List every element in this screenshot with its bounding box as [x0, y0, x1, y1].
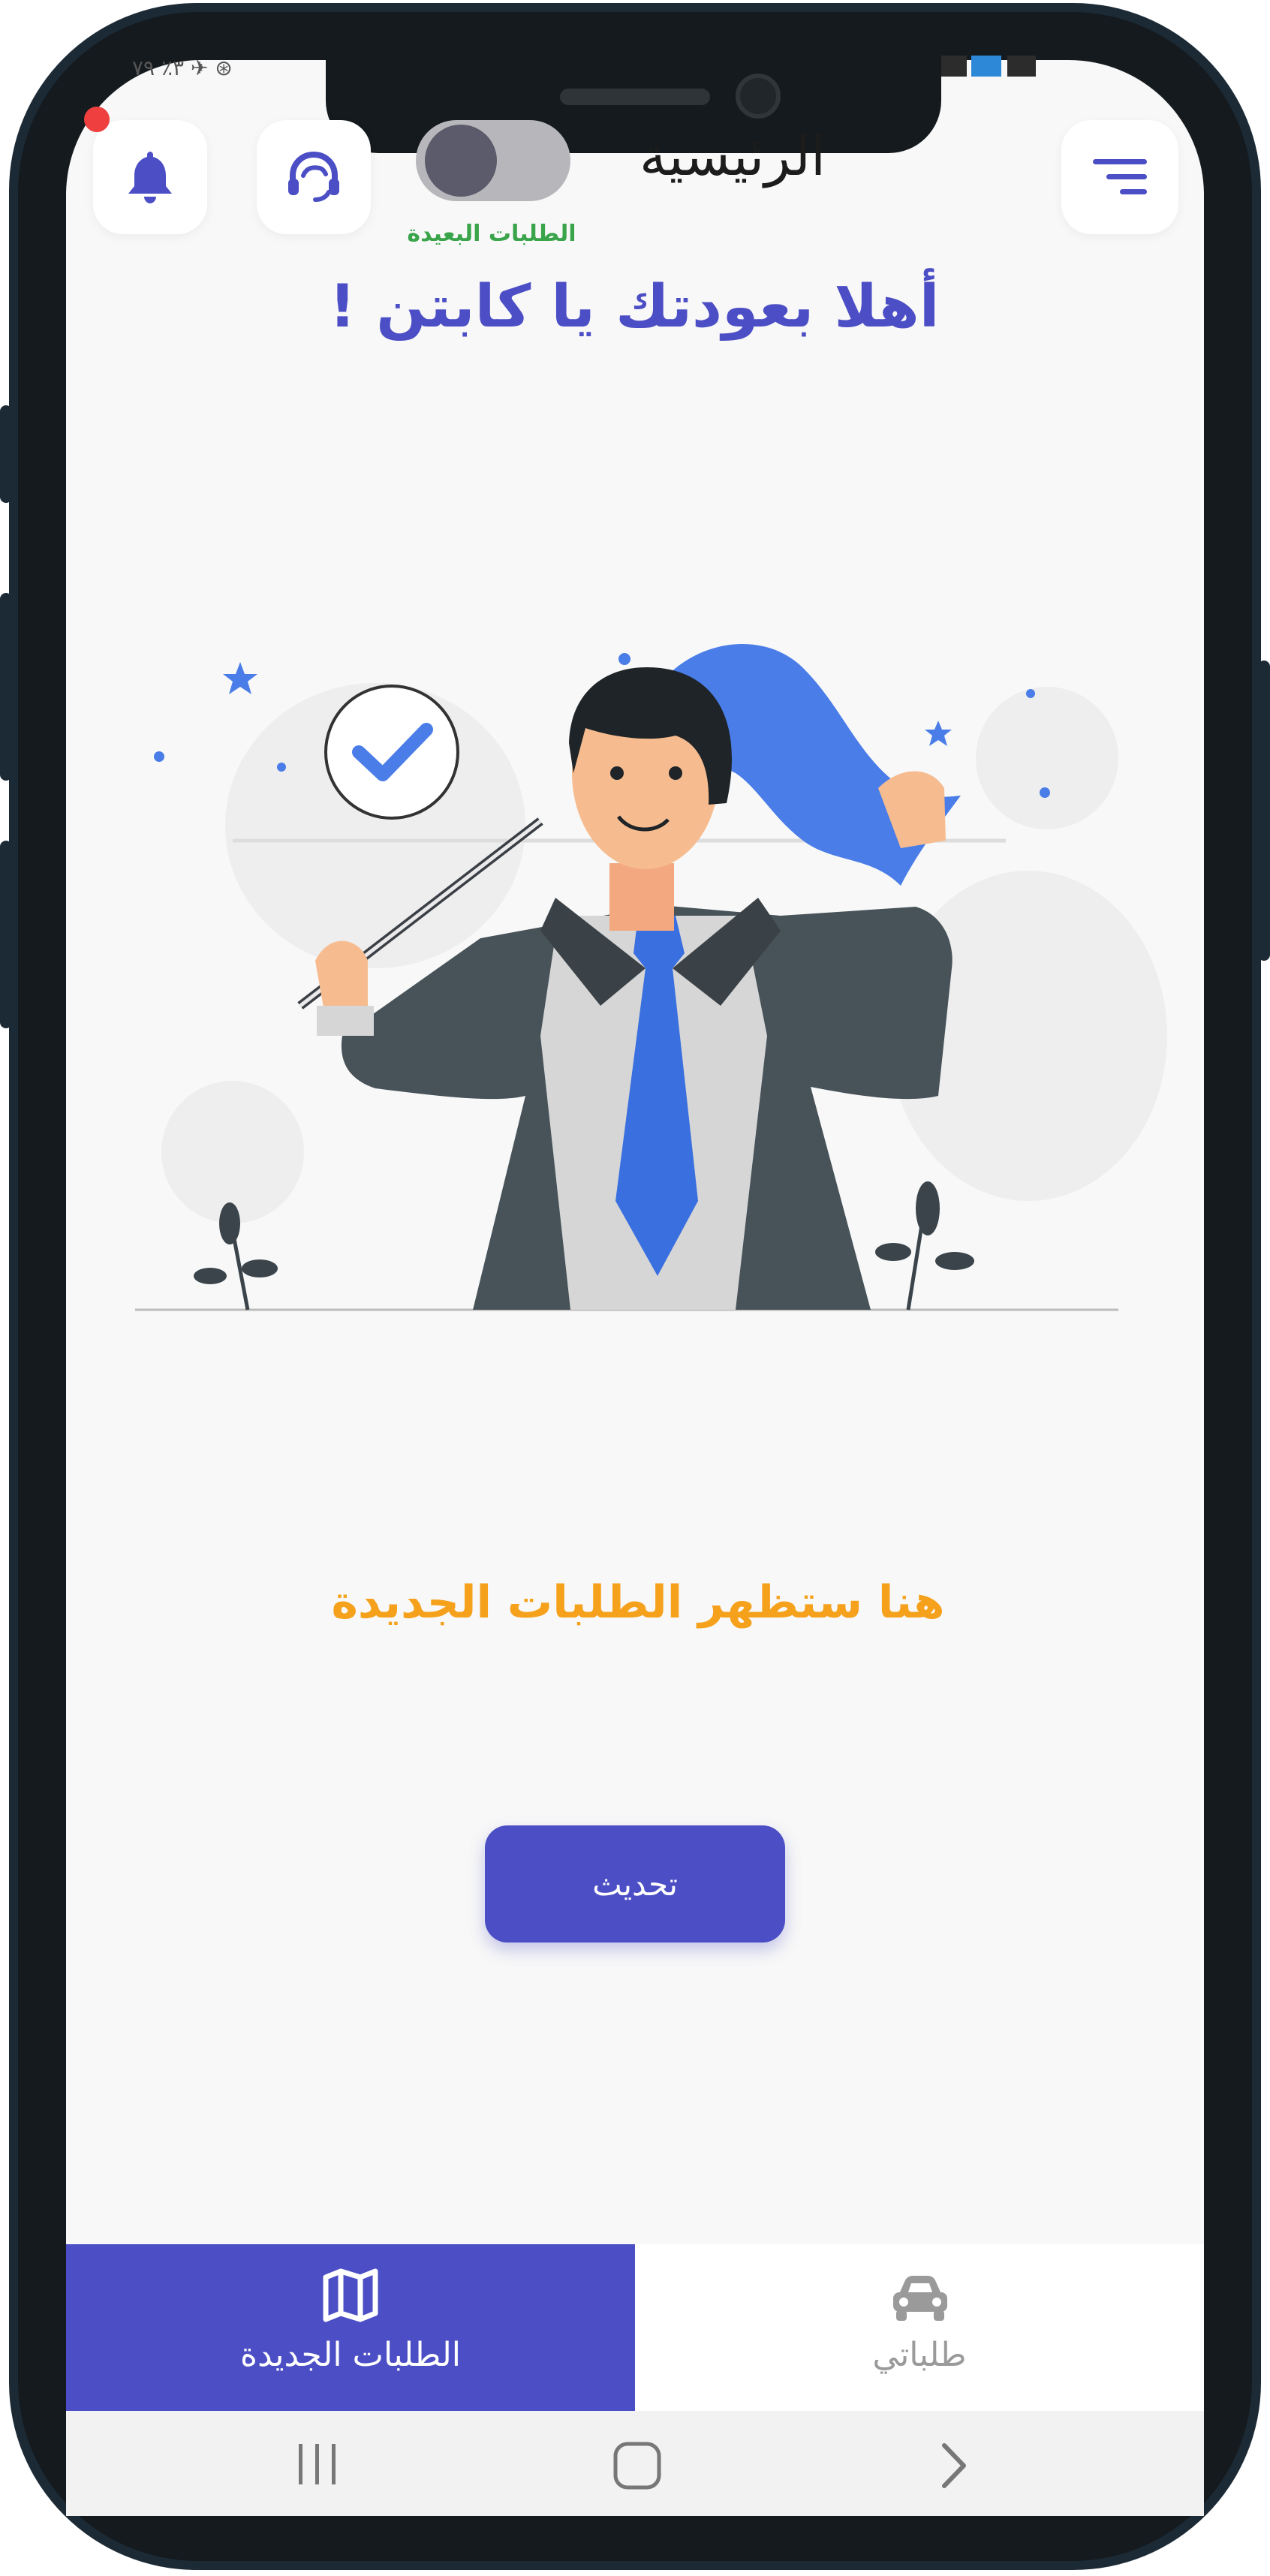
back-icon[interactable]	[935, 2441, 973, 2490]
side-button-volume-up	[0, 405, 12, 503]
map-icon	[323, 2268, 378, 2322]
speaker	[560, 89, 710, 105]
page-title: الرئيسية	[640, 125, 826, 188]
side-button-volume-down	[0, 593, 12, 781]
bell-icon	[128, 152, 172, 203]
support-button[interactable]	[257, 120, 371, 234]
menu-filter-icon	[1093, 159, 1147, 194]
battery-icon	[1007, 56, 1036, 77]
empty-state-message: هنا ستظهر الطلبات الجديدة	[331, 1576, 945, 1629]
welcome-heading: أهلا بعودتك يا كابتن !	[329, 273, 940, 341]
remote-orders-toggle[interactable]	[416, 120, 570, 201]
headset-support-icon	[288, 151, 339, 202]
tab-new-orders-label: الطلبات الجديدة	[240, 2336, 461, 2374]
side-button-power	[1258, 661, 1270, 961]
system-navigation-bar	[66, 2411, 1204, 2516]
status-bar-left: ٣٪ ٧٩ ✈ ⊛	[132, 56, 233, 80]
side-button-silent	[0, 841, 12, 1028]
car-icon	[893, 2276, 947, 2321]
tab-my-orders-label: طلباتي	[872, 2336, 967, 2374]
notifications-button[interactable]	[93, 120, 207, 234]
home-icon[interactable]	[611, 2439, 664, 2492]
network-badge-icon	[971, 56, 1001, 77]
success-flag-illustration	[135, 643, 1167, 1311]
front-camera	[736, 74, 781, 119]
recents-icon[interactable]	[293, 2439, 341, 2489]
status-bar-right	[938, 56, 1036, 78]
refresh-button[interactable]: تحديث	[485, 1825, 785, 1943]
tab-new-orders[interactable]: الطلبات الجديدة	[66, 2244, 635, 2411]
menu-button[interactable]	[1061, 120, 1178, 234]
remote-orders-label: الطلبات البعيدة	[407, 221, 576, 247]
check-bubble-icon	[324, 685, 459, 820]
notification-dot	[84, 107, 110, 132]
signal-icon	[938, 56, 967, 77]
tab-my-orders[interactable]: طلباتي	[635, 2244, 1204, 2411]
toggle-knob	[425, 125, 497, 197]
